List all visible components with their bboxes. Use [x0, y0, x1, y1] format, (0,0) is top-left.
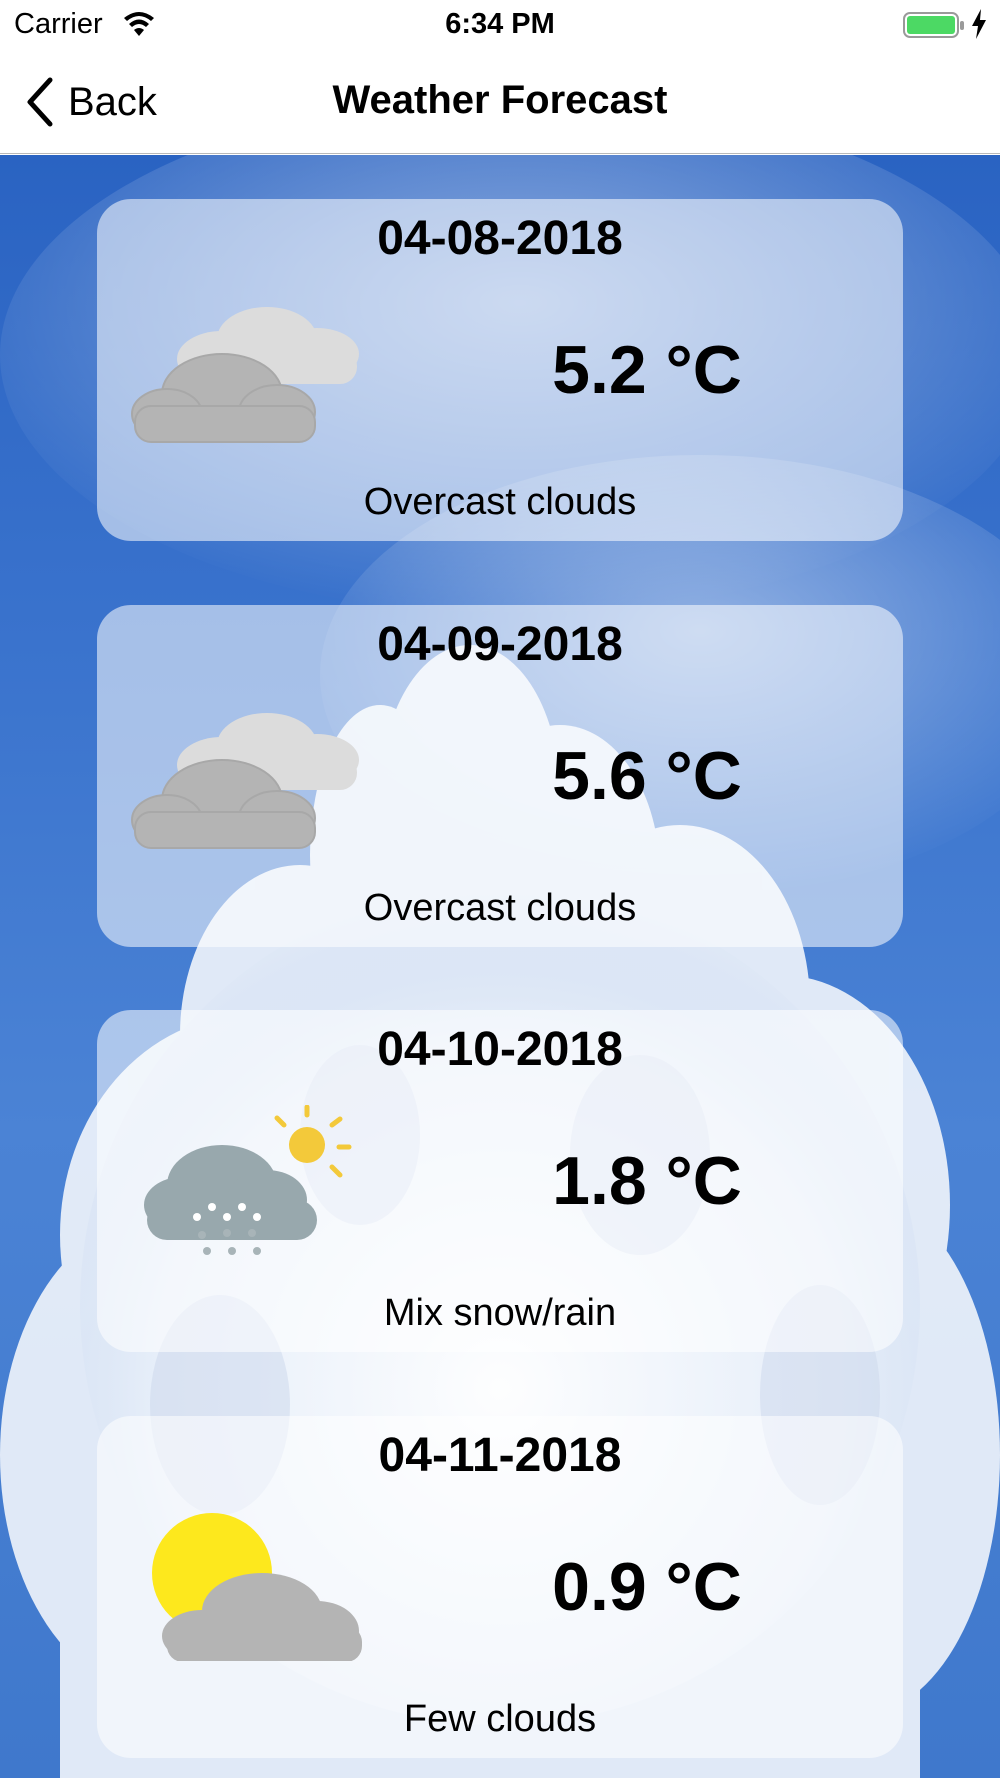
forecast-description: Few clouds	[403, 1698, 597, 1740]
forecast-temperature: 5.6 °C	[552, 738, 742, 814]
battery-icon	[903, 12, 964, 38]
forecast-description: Overcast clouds	[363, 481, 637, 523]
forecast-card: 04-10-2018 1.8 °C Mix snow/rain	[97, 1010, 903, 1352]
forecast-card: 04-11-2018 0.9 °C Few clouds	[97, 1416, 903, 1758]
forecast-date: 04-10-2018	[377, 1023, 623, 1076]
page-title: Weather Forecast	[332, 78, 668, 122]
navigation-bar: Back Weather Forecast	[0, 50, 1000, 154]
overcast-clouds-icon	[131, 307, 359, 443]
overcast-clouds-icon	[131, 713, 359, 849]
forecast-description: Overcast clouds	[363, 887, 637, 929]
sun-behind-cloud-icon	[152, 1513, 362, 1661]
forecast-card: 04-08-2018 5.2 °C Overcast clouds	[97, 199, 903, 541]
snow-rain-sun-icon	[144, 1105, 352, 1255]
forecast-temperature: 0.9 °C	[552, 1549, 742, 1625]
forecast-card: 04-09-2018 5.6 °C Overcast clouds	[97, 605, 903, 947]
forecast-date: 04-11-2018	[378, 1429, 622, 1482]
forecast-temperature: 5.2 °C	[552, 332, 742, 408]
forecast-date: 04-08-2018	[377, 212, 623, 265]
forecast-description: Mix snow/rain	[383, 1292, 617, 1334]
forecast-temperature: 1.8 °C	[552, 1143, 742, 1219]
forecast-date: 04-09-2018	[377, 618, 623, 671]
status-time: 6:34 PM	[445, 8, 555, 40]
status-bar: Carrier 6:34 PM	[0, 0, 1000, 50]
charging-bolt-icon	[972, 9, 986, 39]
